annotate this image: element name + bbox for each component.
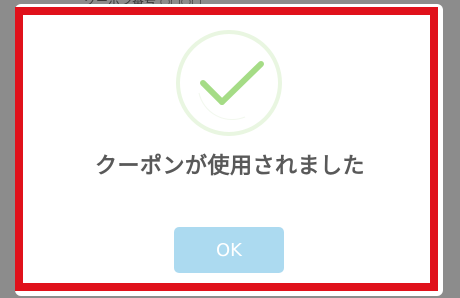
ok-button[interactable]: OK xyxy=(174,227,284,273)
dialog-message: クーポンが使用されました xyxy=(94,154,365,179)
success-check-icon xyxy=(175,29,283,137)
